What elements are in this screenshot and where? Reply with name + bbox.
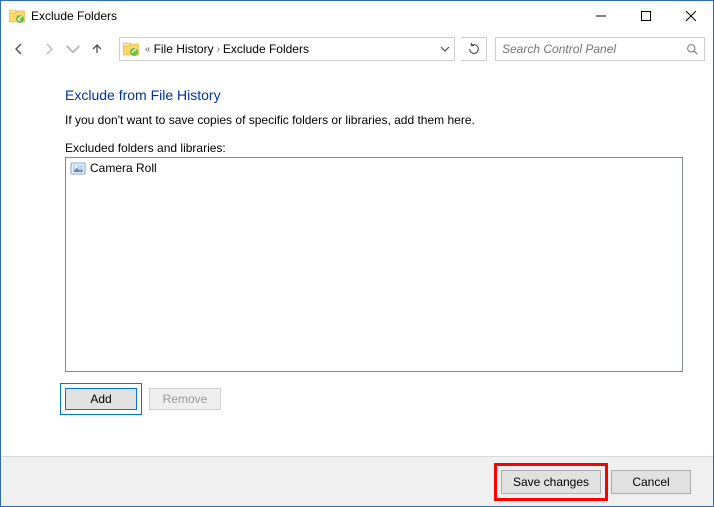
picture-folder-icon	[70, 160, 86, 176]
search-box[interactable]	[495, 37, 705, 61]
maximize-button[interactable]	[623, 1, 668, 31]
chevron-right-icon: ›	[217, 44, 220, 55]
title-bar: Exclude Folders	[1, 1, 713, 31]
location-icon	[120, 41, 142, 57]
window-title: Exclude Folders	[31, 9, 117, 23]
remove-button: Remove	[149, 388, 221, 410]
search-icon[interactable]	[685, 43, 700, 56]
list-item-label: Camera Roll	[90, 161, 157, 175]
recent-locations-button[interactable]	[65, 35, 81, 63]
add-button[interactable]: Add	[65, 388, 137, 410]
app-icon	[9, 8, 25, 24]
refresh-button[interactable]	[461, 37, 487, 61]
save-changes-button[interactable]: Save changes	[501, 470, 601, 494]
close-button[interactable]	[668, 1, 713, 31]
breadcrumb-item[interactable]: File History	[154, 42, 214, 56]
forward-button[interactable]	[35, 35, 63, 63]
nav-bar: « File History › Exclude Folders	[1, 31, 713, 67]
list-label: Excluded folders and libraries:	[65, 141, 683, 155]
content-area: Exclude from File History If you don't w…	[1, 67, 713, 456]
breadcrumb-item[interactable]: Exclude Folders	[223, 42, 309, 56]
address-bar[interactable]: « File History › Exclude Folders	[119, 37, 455, 61]
list-item[interactable]: Camera Roll	[66, 158, 682, 178]
footer-bar: Save changes Cancel	[1, 456, 713, 506]
page-description: If you don't want to save copies of spec…	[65, 113, 683, 127]
back-button[interactable]	[5, 35, 33, 63]
up-button[interactable]	[83, 35, 111, 63]
list-buttons-row: Add Remove	[65, 388, 683, 410]
window-frame: Exclude Folders	[0, 0, 714, 507]
breadcrumb[interactable]: « File History › Exclude Folders	[142, 42, 436, 56]
cancel-button[interactable]: Cancel	[611, 470, 691, 494]
exclusions-listbox[interactable]: Camera Roll	[65, 157, 683, 372]
address-dropdown-button[interactable]	[436, 44, 454, 54]
minimize-button[interactable]	[578, 1, 623, 31]
search-input[interactable]	[500, 41, 685, 57]
page-title: Exclude from File History	[65, 87, 683, 103]
breadcrumb-prefix: «	[145, 44, 151, 55]
